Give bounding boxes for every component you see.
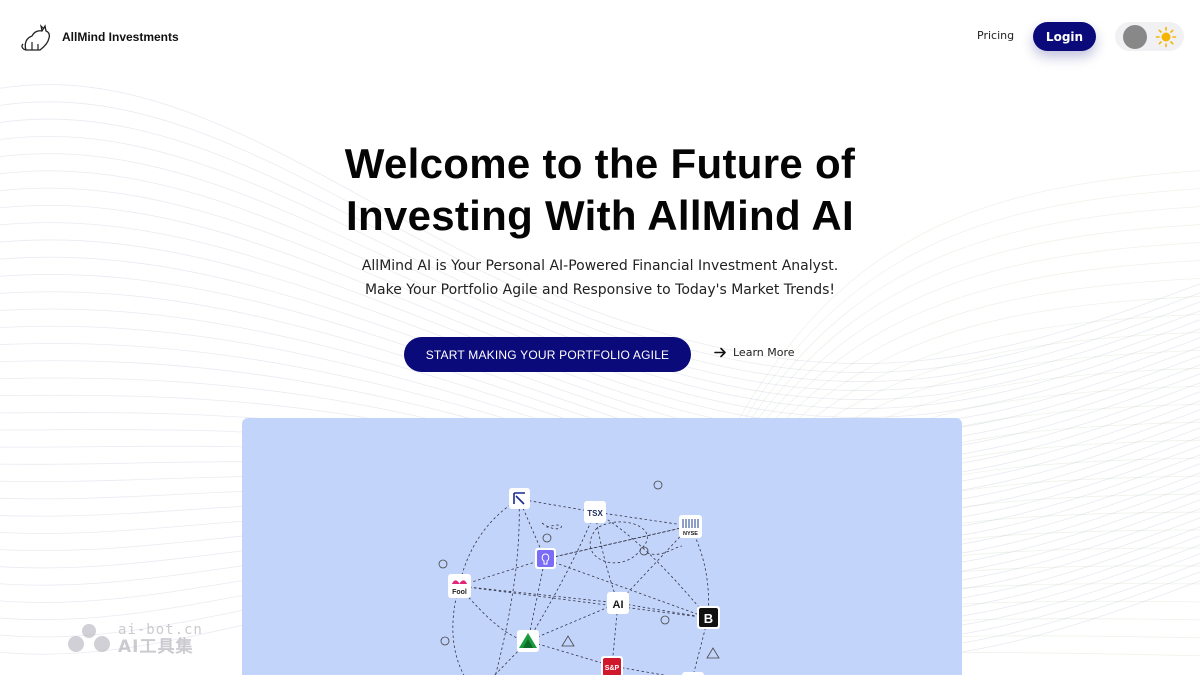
node-r-logo <box>509 488 530 509</box>
node-bulb <box>535 548 556 569</box>
node-b: B <box>697 606 720 629</box>
hero-title-line1: Welcome to the Future of <box>344 140 856 187</box>
node-tree <box>517 630 539 652</box>
login-button[interactable]: Login <box>1033 22 1096 51</box>
node-ai: AI <box>607 592 629 614</box>
learn-more-label: Learn More <box>733 346 795 359</box>
theme-toggle[interactable] <box>1115 22 1184 51</box>
node-nyse-label: NYSE <box>683 531 698 537</box>
hero-title-line2: Investing With AllMind AI <box>346 192 854 239</box>
watermark-name: AI工具集 <box>118 637 194 657</box>
node-fool-label: Fool <box>452 589 467 596</box>
brand-name: AllMind Investments <box>62 30 179 44</box>
arrow-right-icon <box>714 347 726 358</box>
hero-subtitle: AllMind AI is Your Personal AI-Powered F… <box>0 254 1200 302</box>
node-nyse: NYSE <box>679 515 702 538</box>
node-tsx-label: TSX <box>587 509 603 518</box>
start-portfolio-button[interactable]: START MAKING YOUR PORTFOLIO AGILE <box>404 337 691 372</box>
site-header: AllMind Investments Pricing Login <box>0 0 1200 74</box>
nav-pricing-link[interactable]: Pricing <box>977 29 1014 42</box>
node-sp-label: S&P <box>605 665 620 672</box>
node-ai-label: AI <box>613 599 624 611</box>
node-fool: Fool <box>448 574 471 598</box>
node-sp: S&P <box>601 656 623 675</box>
toggle-knob <box>1123 25 1147 49</box>
network-edges <box>452 498 709 675</box>
hero-title: Welcome to the Future of Investing With … <box>0 138 1200 242</box>
stock-network-graph: TSX NYSE Fool AI B S&P <box>438 480 720 675</box>
watermark: ai-bot.cn AI工具集 <box>66 622 203 656</box>
brand-link[interactable]: AllMind Investments <box>20 20 179 54</box>
cat-logo-icon <box>21 24 51 51</box>
learn-more-link[interactable]: Learn More <box>714 346 795 359</box>
minor-glyphs <box>438 480 720 659</box>
hero-subtitle-line1: AllMind AI is Your Personal AI-Powered F… <box>361 258 839 274</box>
sun-icon <box>1155 26 1177 48</box>
product-preview-panel: TSX NYSE Fool AI B S&P <box>242 418 962 675</box>
hero-subtitle-line2: Make Your Portfolio Agile and Responsive… <box>364 282 836 298</box>
robot-watermark-icon <box>68 624 110 652</box>
node-tsx: TSX <box>584 501 606 523</box>
node-b-label: B <box>704 611 713 626</box>
